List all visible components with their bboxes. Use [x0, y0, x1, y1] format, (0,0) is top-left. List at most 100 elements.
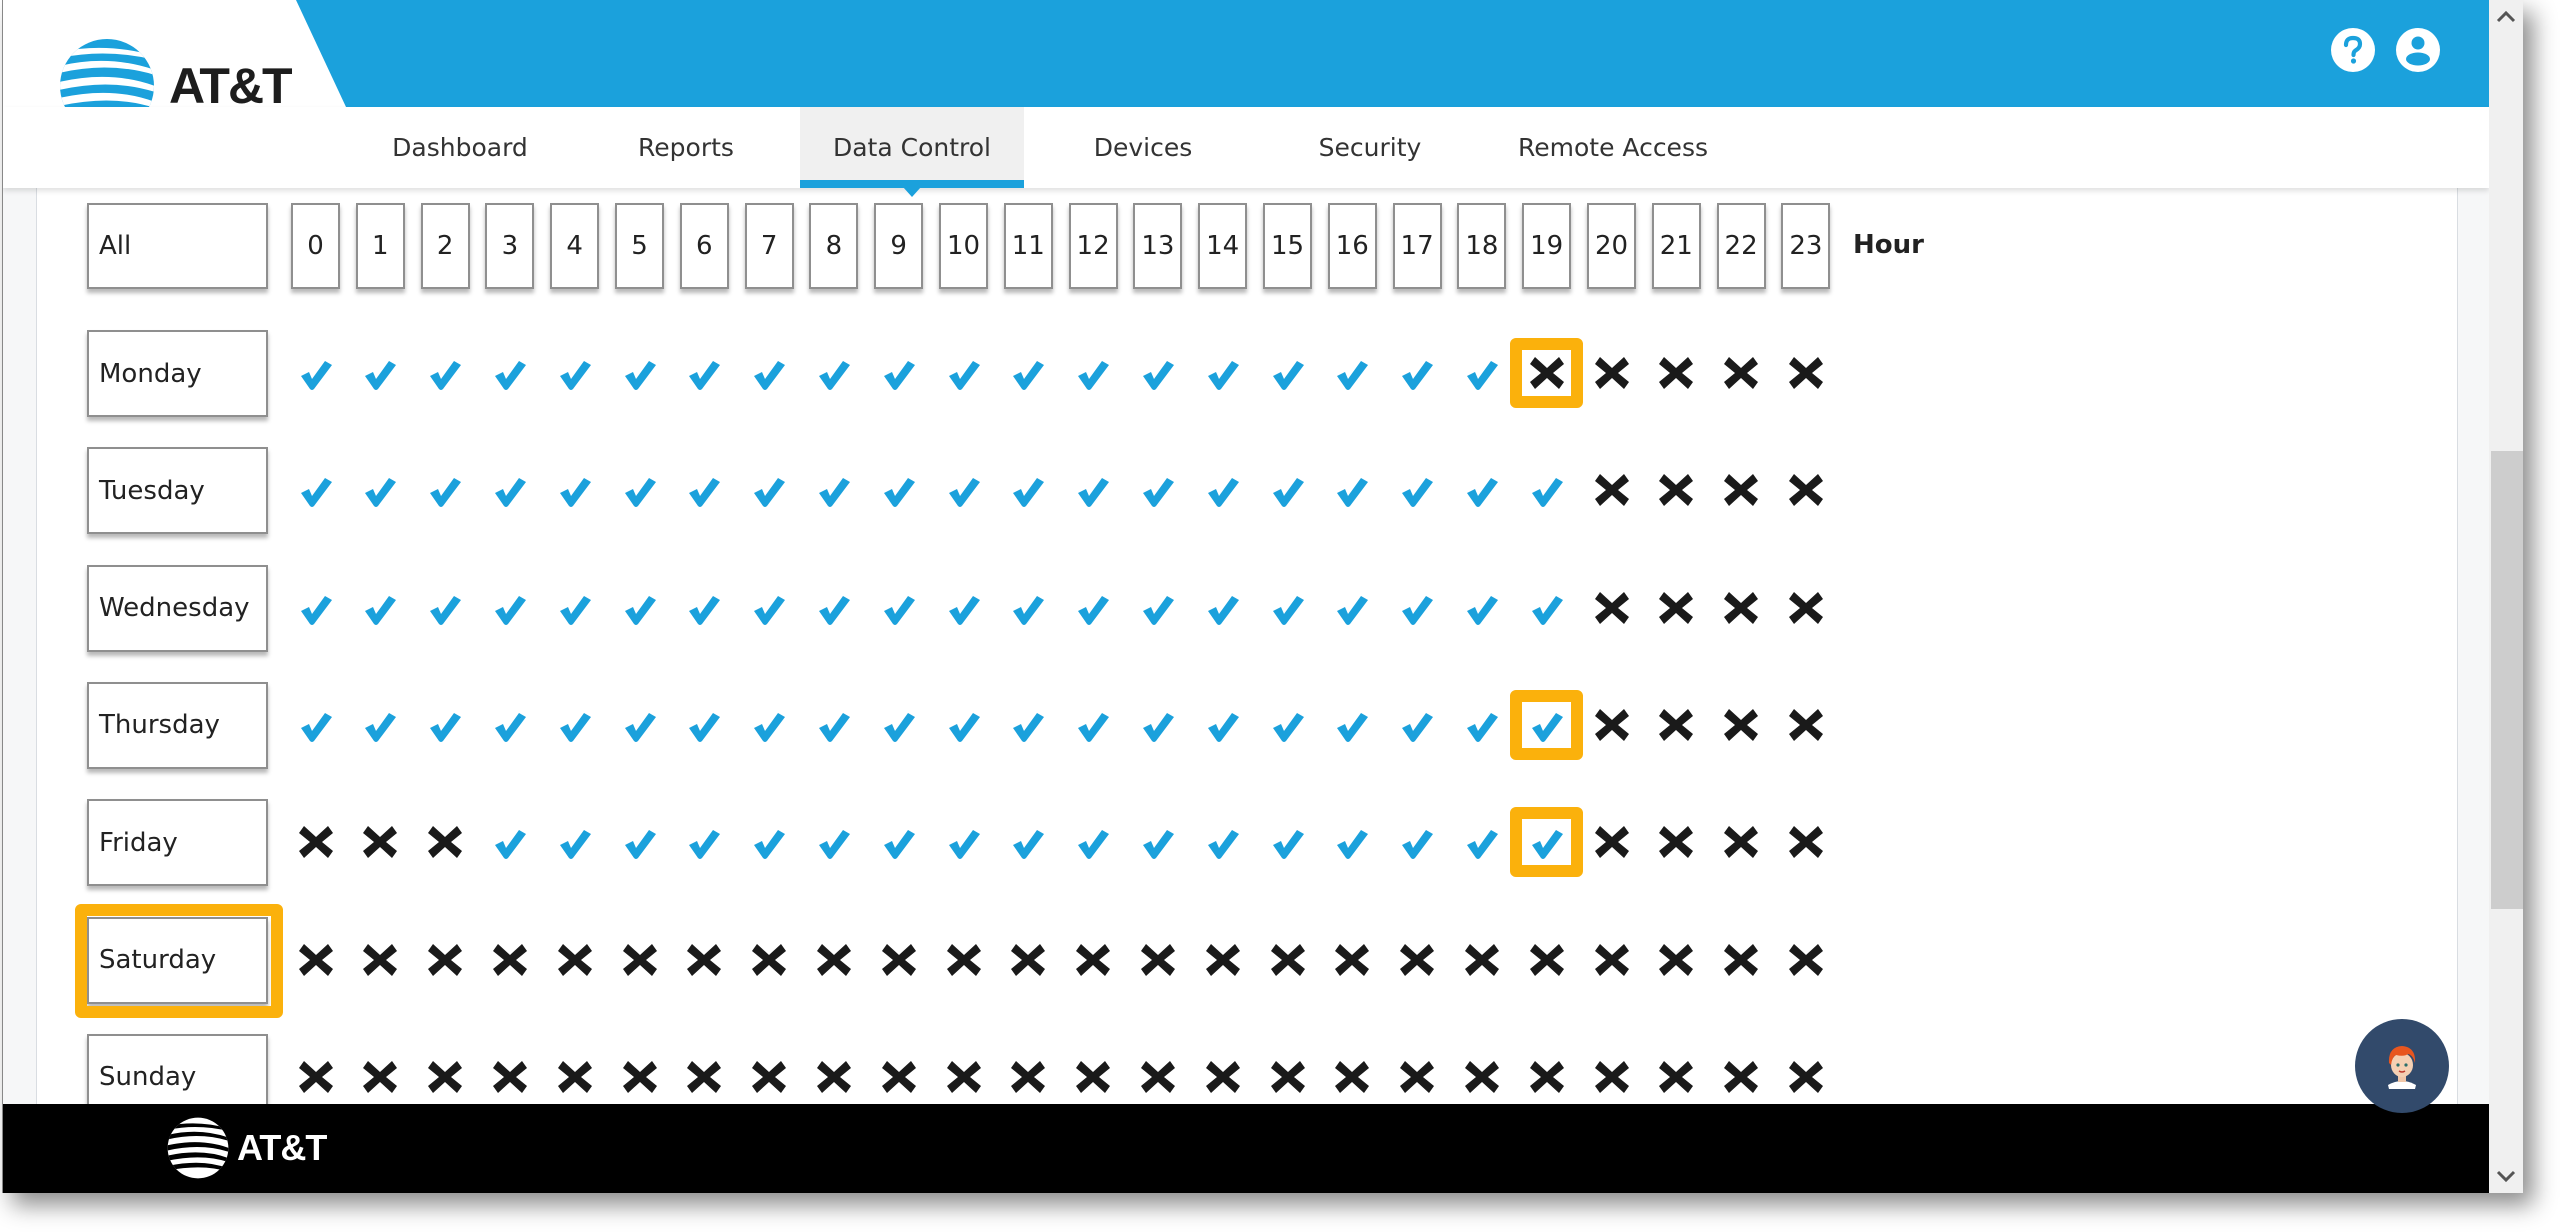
allowed-check-icon[interactable]: [355, 700, 405, 750]
scrollbar-thumb[interactable]: [2491, 451, 2523, 909]
allowed-check-icon[interactable]: [744, 583, 794, 633]
blocked-cross-icon[interactable]: [1781, 465, 1831, 515]
allowed-check-icon[interactable]: [1068, 348, 1118, 398]
blocked-cross-icon[interactable]: [744, 1052, 794, 1102]
hour-column-button[interactable]: 11: [1003, 203, 1053, 289]
allowed-check-icon[interactable]: [1327, 700, 1377, 750]
allowed-check-icon[interactable]: [420, 348, 470, 398]
hour-column-button[interactable]: 22: [1716, 203, 1766, 289]
day-row-button-thursday[interactable]: Thursday: [87, 681, 268, 769]
hour-column-button[interactable]: 10: [939, 203, 988, 289]
nav-tab-remote-access[interactable]: Remote Access: [1487, 107, 1739, 188]
day-row-button-friday[interactable]: Friday: [87, 799, 268, 887]
allowed-check-icon[interactable]: [1263, 465, 1313, 515]
blocked-cross-icon[interactable]: [874, 935, 924, 985]
blocked-cross-icon[interactable]: [1327, 935, 1377, 985]
blocked-cross-icon[interactable]: [939, 935, 989, 985]
allowed-check-icon[interactable]: [679, 700, 729, 750]
allowed-check-icon[interactable]: [1457, 583, 1507, 633]
allowed-check-icon[interactable]: [1327, 817, 1377, 867]
hour-column-button[interactable]: 7: [744, 203, 794, 289]
allowed-check-icon[interactable]: [1457, 465, 1507, 515]
blocked-cross-icon[interactable]: [1457, 935, 1507, 985]
allowed-check-icon[interactable]: [1198, 465, 1248, 515]
blocked-cross-icon[interactable]: [809, 935, 859, 985]
blocked-cross-icon[interactable]: [809, 1052, 859, 1102]
hour-column-button[interactable]: 13: [1133, 203, 1183, 289]
blocked-cross-icon[interactable]: [1651, 583, 1701, 633]
blocked-cross-icon[interactable]: [1587, 1052, 1637, 1102]
allowed-check-icon[interactable]: [1263, 583, 1313, 633]
blocked-cross-icon[interactable]: [1587, 817, 1637, 867]
allowed-check-icon[interactable]: [291, 348, 341, 398]
blocked-cross-icon[interactable]: [939, 1052, 989, 1102]
blocked-cross-icon[interactable]: [420, 1052, 470, 1102]
allowed-check-icon[interactable]: [1522, 465, 1572, 515]
allowed-check-icon[interactable]: [420, 465, 470, 515]
blocked-cross-icon[interactable]: [615, 935, 665, 985]
help-button[interactable]: [2331, 28, 2375, 72]
allowed-check-icon[interactable]: [1392, 700, 1442, 750]
blocked-cross-icon[interactable]: [1587, 700, 1637, 750]
allowed-check-icon[interactable]: [1003, 465, 1053, 515]
blocked-cross-icon[interactable]: [1781, 583, 1831, 633]
blocked-cross-icon[interactable]: [355, 817, 405, 867]
allowed-check-icon[interactable]: [1198, 700, 1248, 750]
nav-tab-reports[interactable]: Reports: [605, 107, 767, 188]
blocked-cross-icon[interactable]: [291, 935, 341, 985]
hour-column-button[interactable]: 4: [550, 203, 600, 289]
allowed-check-icon[interactable]: [1133, 465, 1183, 515]
allowed-check-icon[interactable]: [550, 465, 600, 515]
nav-tab-data-control[interactable]: Data Control: [800, 107, 1024, 197]
blocked-cross-icon[interactable]: [291, 1052, 341, 1102]
hour-column-button[interactable]: 20: [1587, 203, 1636, 289]
blocked-cross-icon[interactable]: [1781, 700, 1831, 750]
blocked-cross-icon[interactable]: [1392, 935, 1442, 985]
blocked-cross-icon[interactable]: [1781, 1052, 1831, 1102]
hour-column-button[interactable]: 16: [1327, 203, 1377, 289]
allowed-check-icon[interactable]: [1392, 348, 1442, 398]
blocked-cross-icon[interactable]: [550, 1052, 600, 1102]
blocked-cross-icon[interactable]: [1651, 1052, 1701, 1102]
allowed-check-icon[interactable]: [1133, 817, 1183, 867]
blocked-cross-icon[interactable]: [420, 935, 470, 985]
blocked-cross-icon[interactable]: [1133, 1052, 1183, 1102]
hour-column-button[interactable]: 19: [1522, 203, 1572, 289]
allowed-check-icon[interactable]: [809, 583, 859, 633]
allowed-check-icon[interactable]: [485, 817, 535, 867]
allowed-check-icon[interactable]: [1263, 817, 1313, 867]
allowed-check-icon[interactable]: [809, 465, 859, 515]
blocked-cross-icon[interactable]: [420, 817, 470, 867]
blocked-cross-icon[interactable]: [291, 817, 341, 867]
allowed-check-icon[interactable]: [485, 700, 535, 750]
blocked-cross-icon[interactable]: [1198, 1052, 1248, 1102]
allowed-check-icon[interactable]: [744, 348, 794, 398]
hour-column-button[interactable]: 3: [485, 203, 535, 289]
allowed-check-icon[interactable]: [874, 700, 924, 750]
blocked-cross-icon[interactable]: [744, 935, 794, 985]
allowed-check-icon[interactable]: [1133, 700, 1183, 750]
day-row-button-saturday[interactable]: Saturday: [87, 916, 268, 1004]
blocked-cross-icon[interactable]: [1716, 465, 1766, 515]
blocked-cross-icon[interactable]: [1133, 935, 1183, 985]
allowed-check-icon[interactable]: [485, 348, 535, 398]
allowed-check-icon[interactable]: [679, 583, 729, 633]
allowed-check-icon[interactable]: [1457, 700, 1507, 750]
allowed-check-icon[interactable]: [939, 465, 989, 515]
hour-column-button[interactable]: 6: [679, 203, 729, 289]
blocked-cross-icon[interactable]: [1781, 935, 1831, 985]
blocked-cross-icon[interactable]: [1781, 817, 1831, 867]
day-row-button-monday[interactable]: Monday: [87, 330, 268, 417]
blocked-cross-icon[interactable]: [1003, 935, 1053, 985]
blocked-cross-icon[interactable]: [1716, 935, 1766, 985]
blocked-cross-icon[interactable]: [1263, 935, 1313, 985]
blocked-cross-icon[interactable]: [1587, 348, 1637, 398]
blocked-cross-icon[interactable]: [1716, 700, 1766, 750]
allowed-check-icon[interactable]: [355, 583, 405, 633]
allowed-check-icon[interactable]: [1068, 817, 1118, 867]
allowed-check-icon[interactable]: [874, 583, 924, 633]
allowed-check-icon[interactable]: [291, 583, 341, 633]
allowed-check-icon[interactable]: [809, 348, 859, 398]
blocked-cross-icon[interactable]: [1716, 583, 1766, 633]
blocked-cross-icon[interactable]: [1716, 1052, 1766, 1102]
